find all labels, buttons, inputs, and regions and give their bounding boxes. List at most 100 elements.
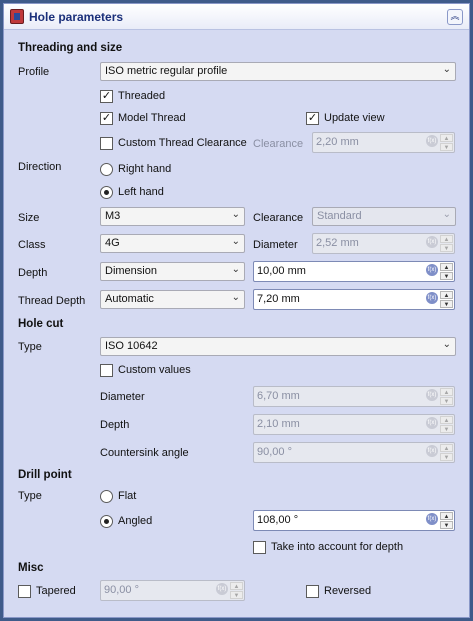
thread-depth-mode-value: Automatic — [105, 293, 154, 305]
size-clearance-value: Standard — [317, 210, 362, 222]
spin-up-icon: ▲ — [440, 388, 453, 396]
spin-down-icon[interactable]: ▼ — [440, 300, 453, 308]
expression-icon: f(x) — [426, 389, 438, 401]
size-clearance-combo: Standard ⌄ — [312, 207, 456, 226]
thread-clearance-spinbox: 2,20 mm f(x) ▲ ▼ — [312, 132, 455, 153]
angled-radio[interactable] — [100, 515, 113, 528]
left-hand-radio[interactable] — [100, 186, 113, 199]
chevron-down-icon: ⌄ — [231, 264, 240, 275]
depth-mode-combo[interactable]: Dimension ⌄ — [100, 262, 245, 281]
thread-depth-label: Thread Depth — [18, 295, 86, 307]
threaded-label: Threaded — [118, 90, 166, 102]
countersink-angle-spinbox: 90,00 ° f(x) ▲ ▼ — [253, 442, 455, 463]
spin-down-icon[interactable]: ▼ — [440, 272, 453, 280]
profile-value: ISO metric regular profile — [105, 65, 228, 77]
size-clearance-label: Clearance — [253, 212, 304, 224]
diameter-value: 2,52 mm — [316, 237, 359, 249]
right-hand-label: Right hand — [118, 163, 172, 175]
chevron-down-icon: ⌄ — [231, 236, 240, 247]
diameter-label: Diameter — [253, 239, 298, 251]
expression-icon[interactable]: f(x) — [426, 264, 438, 276]
drill-angle-spinbox[interactable]: 108,00 ° f(x) ▲ ▼ — [253, 510, 455, 531]
left-hand-label: Left hand — [118, 186, 164, 198]
chevron-down-icon: ⌄ — [442, 64, 451, 75]
angled-label: Angled — [118, 515, 153, 527]
cut-depth-label: Depth — [100, 419, 130, 431]
expression-icon: f(x) — [426, 445, 438, 457]
spin-up-icon: ▲ — [440, 235, 453, 243]
thread-clearance-label: Clearance — [253, 138, 304, 150]
update-view-checkbox[interactable]: ✓ — [306, 112, 319, 125]
right-hand-radio[interactable] — [100, 163, 113, 176]
hole-feature-icon — [10, 9, 24, 24]
class-value: 4G — [105, 237, 120, 249]
custom-values-checkbox[interactable] — [100, 364, 113, 377]
cut-diameter-value: 6,70 mm — [257, 390, 300, 402]
spin-down-icon: ▼ — [440, 425, 453, 433]
tapered-checkbox[interactable] — [18, 585, 31, 598]
spin-up-icon: ▲ — [440, 134, 453, 142]
diameter-spinbox: 2,52 mm f(x) ▲ ▼ — [312, 233, 455, 254]
take-into-account-checkbox[interactable] — [253, 541, 266, 554]
spin-up-icon[interactable]: ▲ — [440, 291, 453, 299]
spin-down-icon: ▼ — [440, 397, 453, 405]
expression-icon[interactable]: f(x) — [426, 292, 438, 304]
taper-angle-value: 90,00 ° — [104, 584, 139, 596]
expression-icon: f(x) — [216, 583, 228, 595]
collapse-button[interactable]: ︽ — [447, 9, 463, 25]
expression-icon: f(x) — [426, 135, 438, 147]
chevron-down-icon: ⌄ — [231, 292, 240, 303]
flat-radio[interactable] — [100, 490, 113, 503]
tapered-label: Tapered — [36, 585, 76, 597]
spin-up-icon[interactable]: ▲ — [440, 263, 453, 271]
spin-down-icon: ▼ — [440, 244, 453, 252]
threaded-checkbox[interactable]: ✓ — [100, 90, 113, 103]
model-thread-label: Model Thread — [118, 112, 186, 124]
depth-mode-value: Dimension — [105, 265, 157, 277]
cut-diameter-spinbox: 6,70 mm f(x) ▲ ▼ — [253, 386, 455, 407]
spin-up-icon[interactable]: ▲ — [440, 512, 453, 520]
size-label: Size — [18, 212, 40, 224]
spin-down-icon: ▼ — [230, 591, 243, 599]
expression-icon: f(x) — [426, 236, 438, 248]
chevron-down-icon: ⌄ — [231, 209, 240, 220]
countersink-angle-value: 90,00 ° — [257, 446, 292, 458]
chevron-down-icon: ⌄ — [442, 339, 451, 350]
profile-combo[interactable]: ISO metric regular profile ⌄ — [100, 62, 456, 81]
depth-spinbox[interactable]: 10,00 mm f(x) ▲ ▼ — [253, 261, 455, 282]
direction-label: Direction — [18, 161, 62, 173]
countersink-angle-label: Countersink angle — [100, 447, 189, 459]
chevron-down-icon: ⌄ — [442, 209, 451, 220]
thread-clearance-value: 2,20 mm — [316, 136, 359, 148]
model-thread-checkbox[interactable]: ✓ — [100, 112, 113, 125]
reversed-checkbox[interactable] — [306, 585, 319, 598]
thread-depth-spinbox[interactable]: 7,20 mm f(x) ▲ ▼ — [253, 289, 455, 310]
section-drill-point-title: Drill point — [18, 469, 72, 481]
profile-label: Profile — [18, 66, 50, 78]
spin-up-icon: ▲ — [440, 416, 453, 424]
panel-header[interactable]: Hole parameters ︽ — [4, 4, 469, 30]
cut-depth-spinbox: 2,10 mm f(x) ▲ ▼ — [253, 414, 455, 435]
thread-depth-value: 7,20 mm — [257, 293, 300, 305]
class-label: Class — [18, 239, 46, 251]
size-combo[interactable]: M3 ⌄ — [100, 207, 245, 226]
drill-angle-value: 108,00 ° — [257, 514, 299, 526]
update-view-label: Update view — [324, 112, 385, 124]
hole-parameters-panel: Hole parameters ︽ Threading and size Pro… — [3, 3, 470, 618]
expression-icon: f(x) — [426, 417, 438, 429]
section-hole-cut-title: Hole cut — [18, 318, 64, 330]
hole-cut-type-value: ISO 10642 — [105, 340, 158, 352]
class-combo[interactable]: 4G ⌄ — [100, 234, 245, 253]
taper-angle-spinbox: 90,00 ° f(x) ▲ ▼ — [100, 580, 245, 601]
expression-icon[interactable]: f(x) — [426, 513, 438, 525]
size-value: M3 — [105, 210, 121, 222]
take-into-account-label: Take into account for depth — [271, 541, 404, 553]
spin-up-icon: ▲ — [440, 444, 453, 452]
hole-cut-type-combo[interactable]: ISO 10642 ⌄ — [100, 337, 456, 356]
panel-title: Hole parameters — [29, 10, 124, 24]
thread-depth-mode-combo[interactable]: Automatic ⌄ — [100, 290, 245, 309]
hole-cut-type-label: Type — [18, 341, 42, 353]
spin-down-icon[interactable]: ▼ — [440, 521, 453, 529]
custom-clearance-checkbox[interactable] — [100, 137, 113, 150]
custom-values-label: Custom values — [118, 364, 191, 376]
